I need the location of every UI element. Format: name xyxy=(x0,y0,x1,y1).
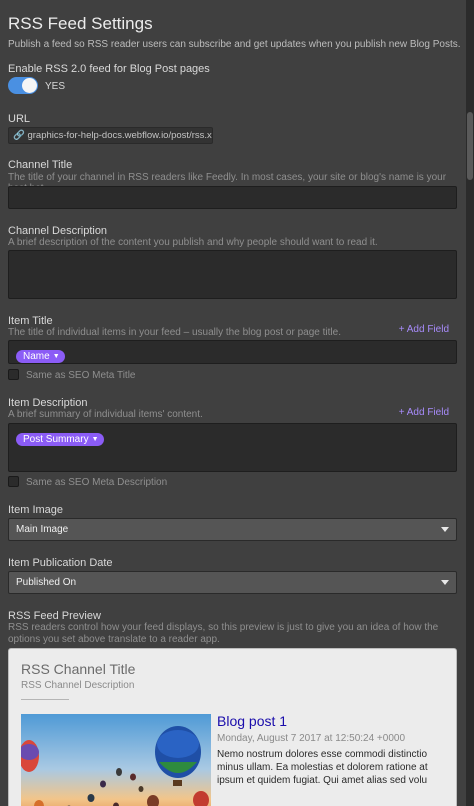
enable-rss-toggle[interactable] xyxy=(8,77,38,94)
item-title-field-pill[interactable]: Name ▼ xyxy=(16,350,65,363)
preview-channel-description: RSS Channel Description xyxy=(21,680,135,691)
preview-help: RSS readers control how your feed displa… xyxy=(8,622,439,645)
item-image-select[interactable]: Main Image xyxy=(8,518,457,541)
item-description-seo-checkbox[interactable] xyxy=(8,476,19,487)
url-label: URL xyxy=(8,113,31,125)
channel-title-input[interactable] xyxy=(8,186,457,209)
item-description-field-pill[interactable]: Post Summary ▼ xyxy=(16,433,104,446)
preview-item-title-link[interactable]: Blog post 1 xyxy=(217,713,287,729)
scrollbar-thumb[interactable] xyxy=(467,112,473,180)
item-title-help: The title of individual items in your fe… xyxy=(8,327,341,338)
feed-url-field[interactable]: 🔗 graphics-for-help-docs.webflow.io/post… xyxy=(8,127,213,144)
preview-channel-title: RSS Channel Title xyxy=(21,661,136,677)
item-title-seo-checkbox-label: Same as SEO Meta Title xyxy=(26,370,136,381)
dropdown-arrow-icon xyxy=(441,580,449,585)
channel-description-label: Channel Description xyxy=(8,225,108,237)
chevron-down-icon: ▼ xyxy=(91,436,99,443)
toggle-state-text: YES xyxy=(45,81,66,92)
link-icon: 🔗 xyxy=(13,130,25,141)
preview-item-body: Nemo nostrum dolores esse commodi distin… xyxy=(217,749,428,786)
page-subtitle: Publish a feed so RSS reader users can s… xyxy=(8,39,461,50)
item-image-label: Item Image xyxy=(8,504,64,516)
item-description-seo-checkbox-label: Same as SEO Meta Description xyxy=(26,477,168,488)
rss-feed-preview: RSS Channel Title RSS Channel Descriptio… xyxy=(8,648,457,806)
enable-label: Enable RSS 2.0 feed for Blog Post pages xyxy=(8,63,210,75)
item-pub-date-selected: Published On xyxy=(16,577,77,588)
item-title-input[interactable]: Name ▼ xyxy=(8,340,457,364)
dropdown-arrow-icon xyxy=(441,527,449,532)
rss-feed-settings-panel: RSS Feed Settings Publish a feed so RSS … xyxy=(0,0,466,806)
pill-label: Post Summary xyxy=(23,434,89,445)
vertical-scrollbar[interactable] xyxy=(466,0,474,806)
feed-url-value: graphics-for-help-docs.webflow.io/post/r… xyxy=(27,130,213,141)
channel-description-textarea[interactable] xyxy=(8,250,457,299)
preview-divider xyxy=(21,699,69,700)
item-description-label: Item Description xyxy=(8,397,88,409)
preview-item-date: Monday, August 7 2017 at 12:50:24 +0000 xyxy=(217,733,406,744)
item-pub-date-label: Item Publication Date xyxy=(8,557,113,569)
chevron-down-icon: ▼ xyxy=(52,353,60,360)
item-description-help: A brief summary of individual items' con… xyxy=(8,409,203,420)
channel-description-help: A brief description of the content you p… xyxy=(8,237,378,248)
item-description-add-field-link[interactable]: + Add Field xyxy=(399,407,449,418)
item-title-seo-checkbox[interactable] xyxy=(8,369,19,380)
item-pub-date-select[interactable]: Published On xyxy=(8,571,457,594)
item-image-selected: Main Image xyxy=(16,524,69,535)
pill-label: Name xyxy=(23,351,50,362)
channel-title-label: Channel Title xyxy=(8,159,73,171)
item-title-label: Item Title xyxy=(8,315,53,327)
toggle-knob xyxy=(22,78,37,93)
hot-air-balloons-image xyxy=(21,714,211,806)
item-description-input[interactable]: Post Summary ▼ xyxy=(8,423,457,472)
item-title-add-field-link[interactable]: + Add Field xyxy=(399,324,449,335)
page-title: RSS Feed Settings xyxy=(8,14,153,33)
preview-label: RSS Feed Preview xyxy=(8,610,101,622)
